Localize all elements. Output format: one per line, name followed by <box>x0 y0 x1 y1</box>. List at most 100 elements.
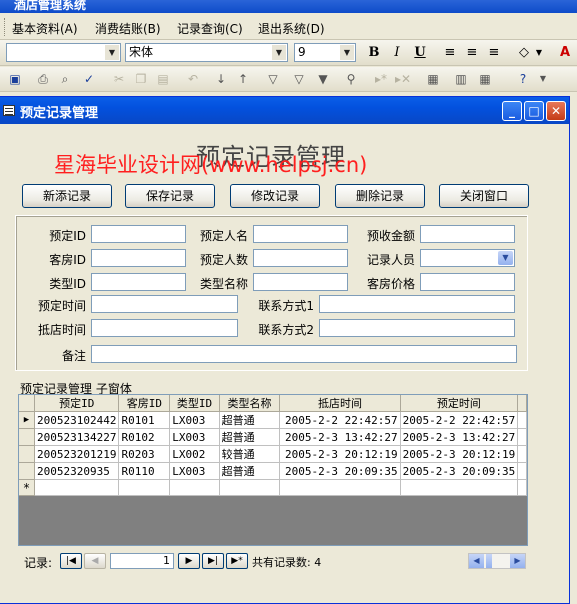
table-cell[interactable]: 2005-2-3 20:09:35 <box>400 462 519 480</box>
sort-descending-icon[interactable]: ↑ <box>234 70 252 88</box>
table-cell[interactable]: 2005-2-3 20:12:19 <box>400 445 519 463</box>
close-window-button[interactable]: 关闭窗口 <box>439 184 529 208</box>
help-icon[interactable]: ? <box>514 70 532 88</box>
italic-button[interactable]: I <box>387 44 407 62</box>
type-name-field[interactable] <box>253 273 348 291</box>
paste-icon[interactable]: ▤ <box>154 70 172 88</box>
room-price-field[interactable] <box>420 273 515 291</box>
table-cell[interactable]: LX003 <box>169 411 220 429</box>
edit-record-button[interactable]: 修改记录 <box>230 184 320 208</box>
chevron-down-icon[interactable]: ▼ <box>498 251 513 265</box>
table-cell[interactable] <box>517 428 527 446</box>
table-cell[interactable]: R0203 <box>118 445 171 463</box>
table-row[interactable]: 200523201219 R0203 LX002 较普通 2005-2-3 20… <box>19 445 527 463</box>
database-window-icon[interactable]: ▥ <box>452 70 470 88</box>
table-cell[interactable]: 超普通 <box>219 411 281 429</box>
booking-id-field[interactable] <box>91 225 186 243</box>
new-record-nav-button[interactable]: ▶* <box>226 553 248 569</box>
first-record-button[interactable]: |◀ <box>60 553 82 569</box>
room-id-field[interactable] <box>91 249 186 267</box>
align-left-icon[interactable]: ≡ <box>440 44 460 62</box>
table-cell[interactable]: R0101 <box>118 411 171 429</box>
find-icon[interactable]: ⚲ <box>342 70 360 88</box>
table-cell[interactable] <box>517 462 527 480</box>
add-record-button[interactable]: 新添记录 <box>22 184 112 208</box>
bold-button[interactable]: B <box>364 44 384 62</box>
table-row[interactable]: ▶ 200523102442 R0101 LX003 超普通 2005-2-2 … <box>19 411 527 429</box>
align-right-icon[interactable]: ≡ <box>484 44 504 62</box>
cut-icon[interactable]: ✂ <box>110 70 128 88</box>
table-cell[interactable]: 200523102442 <box>34 411 120 429</box>
table-cell[interactable] <box>279 479 401 496</box>
chevron-down-icon[interactable]: ▼ <box>534 44 544 62</box>
table-cell[interactable]: 2005-2-3 20:12:19 <box>279 445 401 463</box>
menubar-grip[interactable] <box>4 18 7 36</box>
table-cell[interactable]: 2005-2-2 22:42:57 <box>279 411 401 429</box>
table-cell[interactable]: 200523201219 <box>34 445 120 463</box>
undo-icon[interactable]: ↶ <box>184 70 202 88</box>
font-name-combo[interactable]: 宋体 ▼ <box>125 43 288 62</box>
print-preview-icon[interactable]: ⌕ <box>56 70 74 88</box>
underline-button[interactable]: U <box>410 44 430 62</box>
form-window-titlebar[interactable]: 预定记录管理 _ □ ✕ <box>0 97 569 124</box>
menu-record-query[interactable]: 记录查询(C) <box>177 20 243 37</box>
table-cell[interactable] <box>517 479 527 496</box>
row-selector[interactable] <box>19 462 35 480</box>
arrival-time-field[interactable] <box>91 319 238 337</box>
recorder-select[interactable]: ▼ <box>420 249 515 267</box>
print-icon[interactable]: ⎙ <box>34 70 52 88</box>
table-cell[interactable]: LX002 <box>169 445 220 463</box>
table-cell[interactable]: 2005-2-2 22:42:57 <box>400 411 519 429</box>
table-cell[interactable]: 200523134227 <box>34 428 120 446</box>
row-selector-header[interactable] <box>19 395 35 412</box>
table-cell[interactable]: LX003 <box>169 428 220 446</box>
scroll-left-icon[interactable]: ◀ <box>469 554 484 568</box>
current-row-icon[interactable]: ▶ <box>19 411 35 429</box>
table-cell[interactable]: 超普通 <box>219 428 281 446</box>
table-cell[interactable]: 20052320935 <box>34 462 120 480</box>
table-cell[interactable] <box>169 479 220 496</box>
delete-record-button[interactable]: 删除记录 <box>335 184 425 208</box>
properties-icon[interactable]: ▦ <box>424 70 442 88</box>
table-cell[interactable]: 2005-2-3 20:09:35 <box>279 462 401 480</box>
column-header[interactable]: 预定时间 <box>400 395 519 412</box>
column-header[interactable]: 客房ID <box>118 395 171 412</box>
table-cell[interactable]: R0110 <box>118 462 171 480</box>
menu-checkout[interactable]: 消费结账(B) <box>95 20 161 37</box>
table-cell[interactable]: LX003 <box>169 462 220 480</box>
booker-name-field[interactable] <box>253 225 348 243</box>
column-header[interactable]: 类型名称 <box>219 395 281 412</box>
scroll-thumb[interactable] <box>486 554 492 568</box>
contact2-field[interactable] <box>319 319 515 337</box>
table-cell[interactable]: 2005-2-3 13:42:27 <box>400 428 519 446</box>
menu-basic-data[interactable]: 基本资料(A) <box>12 20 78 37</box>
table-row[interactable]: 20052320935 R0110 LX003 超普通 2005-2-3 20:… <box>19 462 527 480</box>
table-cell[interactable] <box>34 479 120 496</box>
column-header[interactable]: 抵店时间 <box>279 395 401 412</box>
object-combo[interactable]: ▼ <box>6 43 121 62</box>
spellcheck-icon[interactable]: ✓ <box>80 70 98 88</box>
column-header[interactable]: 预定ID <box>34 395 120 412</box>
table-cell[interactable]: 超普通 <box>219 462 281 480</box>
chevron-down-icon[interactable]: ▼ <box>340 45 354 60</box>
table-cell[interactable]: 2005-2-3 13:42:27 <box>279 428 401 446</box>
table-cell[interactable]: 较普通 <box>219 445 281 463</box>
table-cell[interactable] <box>517 411 527 429</box>
table-cell[interactable] <box>118 479 171 496</box>
table-cell[interactable] <box>400 479 519 496</box>
column-header-overflow[interactable] <box>517 395 527 412</box>
horizontal-scrollbar[interactable]: ◀ ▶ <box>468 553 526 569</box>
next-record-button[interactable]: ▶ <box>178 553 200 569</box>
subform-datasheet[interactable]: 预定ID 客房ID 类型ID 类型名称 抵店时间 预定时间 ▶ 20052310… <box>18 394 528 546</box>
new-record-row[interactable]: * <box>19 479 527 496</box>
row-selector[interactable] <box>19 445 35 463</box>
table-cell[interactable]: R0102 <box>118 428 171 446</box>
new-record-marker[interactable]: * <box>19 479 35 496</box>
row-selector[interactable] <box>19 428 35 446</box>
chevron-down-icon[interactable]: ▼ <box>538 70 548 88</box>
column-header[interactable]: 类型ID <box>169 395 220 412</box>
contact1-field[interactable] <box>319 295 515 313</box>
booking-time-field[interactable] <box>91 295 238 313</box>
fill-color-icon[interactable]: ◇ <box>514 44 534 62</box>
menu-exit[interactable]: 退出系统(D) <box>258 20 325 37</box>
